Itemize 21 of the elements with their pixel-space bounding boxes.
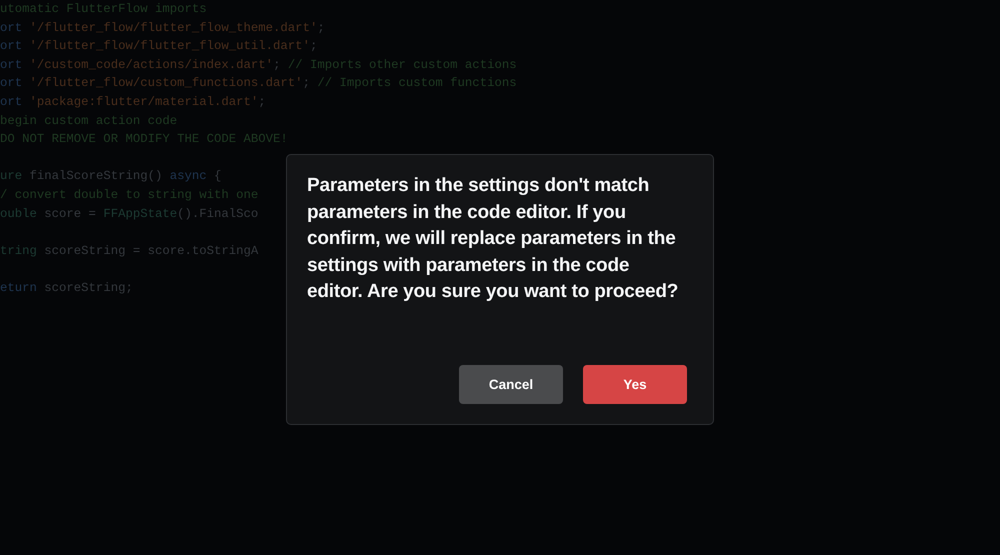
code-text: ; [302, 75, 311, 92]
cancel-button[interactable]: Cancel [459, 365, 563, 404]
code-text: ; [317, 20, 325, 37]
code-text: ort [0, 94, 24, 111]
code-text: ; [273, 56, 282, 74]
confirm-button[interactable]: Yes [583, 365, 687, 404]
code-text: '/flutter_flow/custom_functions.dart' [30, 75, 303, 92]
code-text: ort [0, 20, 24, 37]
code-text: async [170, 168, 207, 186]
code-text: '/flutter_flow/flutter_flow_theme.dart' [30, 20, 318, 37]
dialog-message: Parameters in the settings don't match parameters in the code editor. If you confirm, we will replace parameters in the settings with parameters in the code editor. Are you sure you want to proceed? [307, 174, 680, 304]
code-text: { [213, 168, 222, 186]
code-text: '/flutter_flow/flutter_flow_util.dart' [30, 38, 310, 56]
code-text: ort [0, 38, 24, 56]
code-text: ; [258, 94, 266, 111]
code-text: 'package:flutter/material.dart' [30, 94, 258, 111]
code-text: eturn [0, 280, 38, 297]
code-text: ort [0, 56, 24, 74]
code-text: '/custom_code/actions/index.dart' [30, 56, 274, 74]
code-text: ort [0, 75, 24, 92]
code-text: ; [310, 38, 318, 56]
